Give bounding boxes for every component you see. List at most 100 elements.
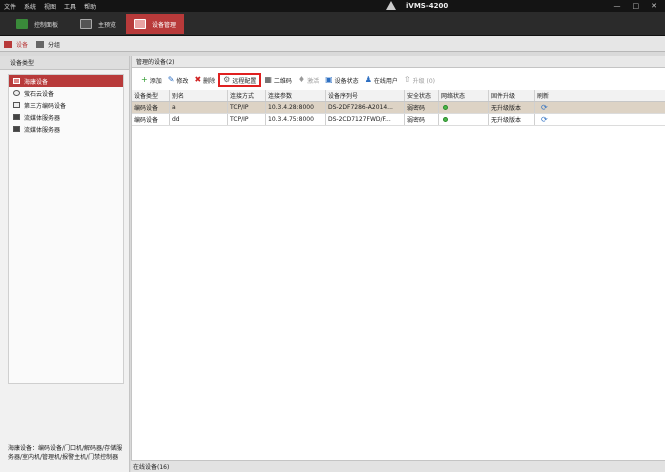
device-table: 设备类型 别名 连接方式 连接参数 设备序列号 安全状态 网络状态 固件升级 刷…	[132, 90, 665, 126]
column-header[interactable]: 刷新	[535, 90, 665, 101]
firmware-cell: 无升级版本	[489, 114, 535, 125]
button-label: 设备状态	[334, 77, 359, 85]
delete-icon: ✖	[194, 75, 202, 84]
cloud-icon	[13, 90, 20, 96]
refresh-icon[interactable]: ⟳	[541, 103, 548, 112]
maximize-button[interactable]: □	[633, 2, 640, 10]
tab-label: 主预览	[98, 21, 117, 29]
add-button[interactable]: + 添加	[138, 73, 165, 87]
upgrade-icon: ⇧	[403, 75, 411, 84]
online-devices-bar[interactable]: 在线设备(16)	[131, 460, 665, 472]
button-label: 二维码	[273, 77, 292, 85]
security-cell: 弱密码	[405, 102, 439, 113]
menu-tools[interactable]: 工具	[64, 2, 76, 11]
tab-main-preview[interactable]: 主预览	[72, 14, 124, 34]
device-type-item[interactable]: 流媒体服务器	[9, 111, 123, 123]
refresh-cell: ⟳	[535, 114, 665, 125]
alias-cell: dd	[170, 114, 228, 125]
menu-system[interactable]: 系统	[24, 2, 36, 11]
serial-cell: DS-2DF7286-A2014...	[326, 102, 405, 113]
refresh-cell: ⟳	[535, 102, 665, 113]
network-status-cell	[439, 102, 489, 113]
column-header[interactable]: 网络状态	[439, 90, 489, 101]
tab-label: 分组	[48, 42, 61, 49]
device-type-label: 流媒体服务器	[24, 114, 61, 122]
menu-file[interactable]: 文件	[4, 2, 16, 11]
user-icon: ♟	[364, 75, 372, 84]
device-type-item[interactable]: 第三方编码设备	[9, 99, 123, 111]
device-type-label: 萤石云设备	[24, 90, 55, 98]
delete-button[interactable]: ✖ 删除	[191, 73, 218, 87]
server-icon	[13, 126, 20, 132]
refresh-icon[interactable]: ⟳	[541, 115, 548, 124]
device-type-panel: 设备类型 海康设备 萤石云设备 第三方编码设备 流媒体服务器 流媒体服务器 海康…	[0, 56, 130, 472]
device-type-item[interactable]: 萤石云设备	[9, 87, 123, 99]
upgrade-button[interactable]: ⇧ 升级 (0)	[401, 73, 438, 87]
button-label: 添加	[149, 77, 162, 85]
remote-config-button[interactable]: ⚙ 远程配置	[218, 73, 262, 87]
title-bar: 文件 系统 视图 工具 帮助 iVMS-4200 — □ ✕	[0, 0, 665, 12]
table-row[interactable]: 编码设备 dd TCP/IP 10.3.4.75:8000 DS-2CD7127…	[132, 114, 665, 126]
button-label: 在线用户	[373, 77, 398, 85]
device-icon	[4, 41, 12, 48]
main-tabs: 控制面板 主预览 设备管理	[0, 12, 665, 36]
device-type-item[interactable]: 海康设备	[9, 75, 123, 87]
qr-code-button[interactable]: ▦ 二维码	[261, 73, 295, 87]
close-button[interactable]: ✕	[651, 2, 657, 10]
device-management-icon	[134, 19, 146, 29]
edit-icon: ✎	[167, 75, 175, 84]
device-type-cell: 编码设备	[132, 114, 170, 125]
device-toolbar: + 添加 ✎ 修改 ✖ 删除 ⚙ 远程配置 ▦ 二维码 ♦ 激活 ▣ 设备状态 ♟ 在线用户 ⇧…	[132, 72, 665, 88]
gear-icon: ⚙	[223, 75, 231, 84]
online-users-button[interactable]: ♟ 在线用户	[362, 73, 401, 87]
parameter-cell: 10.3.4.28:8000	[266, 102, 326, 113]
table-row[interactable]: 编码设备 a TCP/IP 10.3.4.28:8000 DS-2DF7286-…	[132, 102, 665, 114]
activate-button[interactable]: ♦ 激活	[295, 73, 322, 87]
device-type-item[interactable]: 流媒体服务器	[9, 123, 123, 135]
menu-bar: 文件 系统 视图 工具 帮助	[4, 2, 96, 11]
network-status-cell	[439, 114, 489, 125]
modify-button[interactable]: ✎ 修改	[165, 73, 192, 87]
control-panel-icon	[16, 19, 28, 29]
security-cell: 弱密码	[405, 114, 439, 125]
device-type-cell: 编码设备	[132, 102, 170, 113]
column-header[interactable]: 设备序列号	[326, 90, 405, 101]
preview-icon	[80, 19, 92, 29]
tab-device[interactable]: 设备	[4, 39, 28, 50]
column-header[interactable]: 固件升级	[489, 90, 535, 101]
tab-group[interactable]: 分组	[36, 39, 60, 50]
button-label: 激活	[307, 77, 320, 85]
column-header[interactable]: 连接参数	[266, 90, 326, 101]
device-status-button[interactable]: ▣ 设备状态	[322, 73, 362, 87]
server-icon	[13, 114, 20, 120]
encoder-icon	[13, 102, 20, 108]
menu-help[interactable]: 帮助	[84, 2, 96, 11]
button-label: 修改	[176, 77, 189, 85]
tab-control-panel[interactable]: 控制面板	[8, 14, 66, 34]
column-header[interactable]: 安全状态	[405, 90, 439, 101]
button-label: 升级 (0)	[412, 77, 435, 85]
column-header[interactable]: 别名	[170, 90, 228, 101]
column-header[interactable]: 连接方式	[228, 90, 266, 101]
connection-cell: TCP/IP	[228, 102, 266, 113]
tab-device-management[interactable]: 设备管理	[126, 14, 185, 34]
alias-cell: a	[170, 102, 228, 113]
app-title: iVMS-4200	[406, 1, 449, 10]
table-header: 设备类型 别名 连接方式 连接参数 设备序列号 安全状态 网络状态 固件升级 刷…	[132, 90, 665, 102]
device-type-label: 第三方编码设备	[24, 102, 67, 110]
online-status-icon	[443, 117, 448, 122]
parameter-cell: 10.3.4.75:8000	[266, 114, 326, 125]
tab-label: 设备	[16, 42, 29, 49]
managed-devices-header: 管理的设备(2)	[132, 56, 665, 68]
serial-cell: DS-2CD7127FWD/F...	[326, 114, 405, 125]
folder-icon	[36, 41, 44, 48]
column-header[interactable]: 设备类型	[132, 90, 170, 101]
minimize-button[interactable]: —	[614, 2, 621, 10]
app-title-group: iVMS-4200	[386, 1, 448, 10]
sub-tabs: 设备 分组	[0, 36, 665, 52]
qr-code-icon: ▦	[264, 75, 272, 84]
online-status-icon	[443, 105, 448, 110]
menu-view[interactable]: 视图	[44, 2, 56, 11]
button-label: 远程配置	[232, 77, 257, 85]
plus-icon: +	[141, 75, 148, 84]
